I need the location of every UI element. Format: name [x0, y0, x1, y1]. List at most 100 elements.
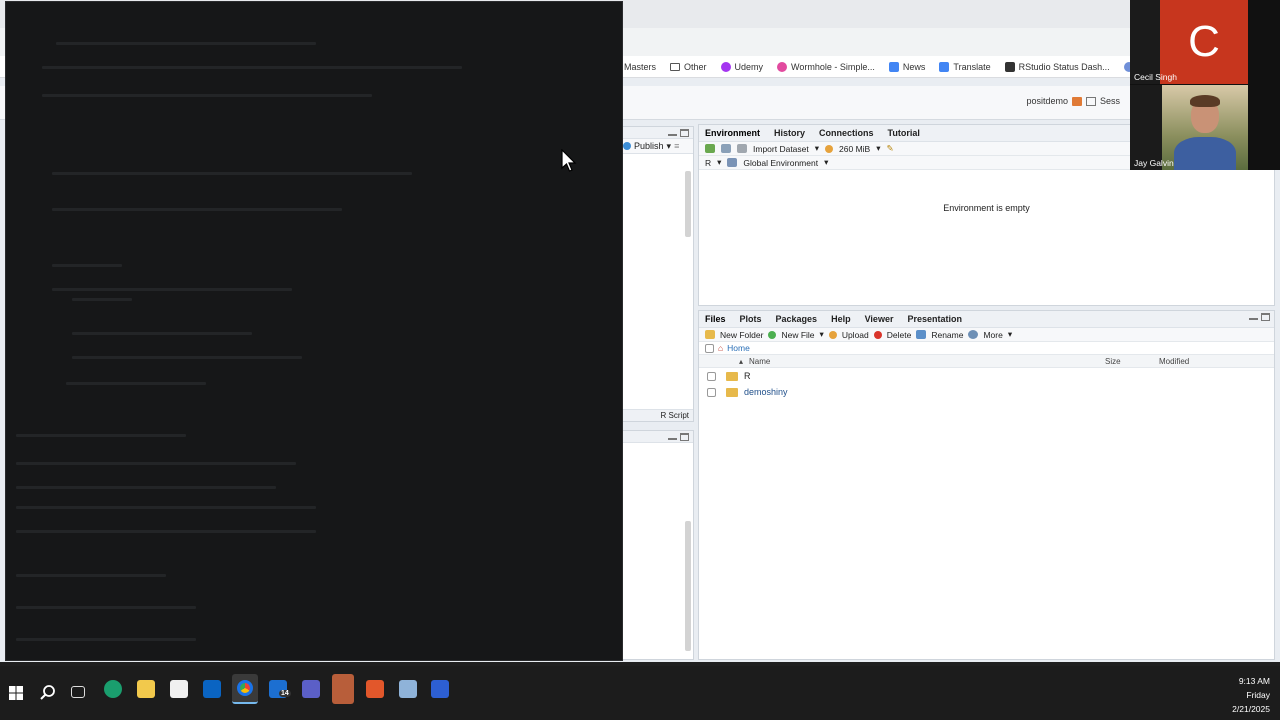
- delete-button[interactable]: Delete: [887, 330, 912, 340]
- zoom-icon[interactable]: [431, 680, 449, 698]
- tab-help[interactable]: Help: [831, 314, 851, 324]
- minimize-icon[interactable]: [1249, 313, 1258, 320]
- bookmark-other[interactable]: Other: [670, 62, 707, 72]
- signout-icon[interactable]: [1085, 96, 1096, 106]
- tab-viewer[interactable]: Viewer: [865, 314, 894, 324]
- broom-icon[interactable]: ✎: [887, 143, 894, 154]
- chrome-taskbar-button[interactable]: [232, 674, 258, 704]
- memory-usage[interactable]: 260 MiB: [839, 144, 870, 154]
- global-environment-select[interactable]: Global Environment: [743, 158, 818, 168]
- task-view-icon[interactable]: [71, 686, 85, 698]
- import-dataset-button[interactable]: Import Dataset: [753, 144, 809, 154]
- file-explorer-icon[interactable]: [137, 680, 155, 698]
- new-folder-button[interactable]: New Folder: [720, 330, 763, 340]
- edge-icon[interactable]: [104, 680, 122, 698]
- maximize-icon[interactable]: [1261, 313, 1270, 321]
- clock-day: Friday: [1246, 690, 1270, 700]
- load-workspace-icon[interactable]: [705, 144, 715, 153]
- participant-tile[interactable]: Jay Galvin: [1130, 85, 1248, 170]
- tab-plots[interactable]: Plots: [740, 314, 762, 324]
- breadcrumb-home[interactable]: Home: [727, 343, 750, 353]
- tab-files[interactable]: Files: [705, 314, 726, 324]
- upload-icon: [828, 330, 837, 339]
- bookmark-translate[interactable]: Translate: [939, 61, 991, 72]
- minimize-icon[interactable]: [668, 433, 677, 440]
- table-row[interactable]: R: [699, 368, 1274, 384]
- source-scrollbar[interactable]: [685, 171, 691, 237]
- bookmark-rstudio-status[interactable]: RStudio Status Dash...: [1004, 61, 1110, 72]
- teams-icon[interactable]: [302, 680, 320, 698]
- save-workspace-icon[interactable]: [721, 144, 731, 153]
- video-call-panel: C Cecil Singh Jay Galvin: [1130, 0, 1280, 170]
- file-name[interactable]: demoshiny: [744, 387, 788, 397]
- ghost-line: [66, 382, 206, 385]
- console-pane: [622, 430, 694, 660]
- tab-history[interactable]: History: [774, 128, 805, 138]
- notification-badge: 14: [279, 690, 291, 697]
- files-table-header: ▴ Name Size Modified: [699, 355, 1274, 368]
- participant-tile[interactable]: C Cecil Singh: [1130, 0, 1248, 84]
- gear-icon: [968, 330, 979, 339]
- notepad-icon[interactable]: [399, 680, 417, 698]
- outline-icon[interactable]: ≡: [674, 141, 679, 151]
- folder-icon: [726, 371, 738, 381]
- new-folder-icon: [705, 330, 715, 339]
- home-icon[interactable]: [1071, 96, 1082, 106]
- bookmark-wormhole[interactable]: Wormhole - Simple...: [777, 61, 875, 72]
- row-checkbox[interactable]: [707, 387, 716, 397]
- select-all-checkbox[interactable]: [705, 343, 714, 353]
- participant-name: Cecil Singh: [1134, 72, 1177, 82]
- more-button[interactable]: More: [983, 330, 1002, 340]
- source-toolbar: Publish ▾ ≡: [623, 139, 693, 154]
- upload-button[interactable]: Upload: [842, 330, 869, 340]
- file-type-indicator[interactable]: R Script: [623, 409, 693, 421]
- windows-start-icon[interactable]: [9, 686, 23, 700]
- ghost-line: [52, 208, 342, 211]
- rename-button[interactable]: Rename: [931, 330, 963, 340]
- rstudio-status-icon: [1004, 61, 1015, 72]
- publish-icon: [623, 142, 631, 150]
- vscode-icon[interactable]: 14: [269, 680, 291, 698]
- tab-environment[interactable]: Environment: [705, 128, 760, 138]
- search-icon[interactable]: [39, 684, 57, 702]
- ghost-line: [16, 606, 196, 609]
- bookmark-masters[interactable]: Masters: [624, 62, 656, 72]
- ghost-line: [16, 434, 186, 437]
- console-scrollbar[interactable]: [685, 521, 691, 651]
- user-area: positdemo Sess: [1026, 96, 1120, 106]
- bookmark-udemy[interactable]: Udemy: [720, 61, 763, 72]
- maximize-icon[interactable]: [680, 433, 689, 441]
- rename-icon: [916, 330, 927, 339]
- folder-icon: [670, 62, 681, 71]
- bookmark-news[interactable]: News: [888, 61, 925, 72]
- system-clock[interactable]: 9:13 AM Friday 2/21/2025: [1232, 674, 1270, 716]
- store-icon[interactable]: [170, 680, 188, 698]
- ubuntu-icon[interactable]: [366, 680, 384, 698]
- tab-presentation[interactable]: Presentation: [907, 314, 962, 324]
- new-file-button[interactable]: New File: [781, 330, 814, 340]
- publish-button[interactable]: Publish: [634, 141, 664, 151]
- column-name[interactable]: Name: [749, 357, 1105, 366]
- ghost-line: [16, 530, 316, 533]
- ghost-line: [52, 264, 122, 267]
- username: positdemo: [1026, 96, 1068, 106]
- slack-icon[interactable]: [332, 674, 354, 704]
- outlook-icon[interactable]: [203, 680, 221, 698]
- minimize-icon[interactable]: [668, 129, 677, 136]
- file-name[interactable]: R: [744, 371, 751, 381]
- column-size[interactable]: Size: [1105, 357, 1159, 366]
- participant-video: [1162, 85, 1248, 170]
- table-row[interactable]: demoshiny: [699, 384, 1274, 400]
- maximize-icon[interactable]: [680, 129, 689, 137]
- tab-tutorial[interactable]: Tutorial: [888, 128, 920, 138]
- memory-icon: [825, 144, 834, 153]
- ghost-line: [16, 574, 166, 577]
- session-label[interactable]: Sess: [1100, 96, 1120, 106]
- column-modified[interactable]: Modified: [1159, 357, 1189, 366]
- tab-packages[interactable]: Packages: [776, 314, 818, 324]
- tab-connections[interactable]: Connections: [819, 128, 874, 138]
- row-checkbox[interactable]: [707, 371, 716, 381]
- ghost-line: [42, 66, 462, 69]
- language-select[interactable]: R: [705, 158, 711, 168]
- clock-time: 9:13 AM: [1238, 676, 1270, 686]
